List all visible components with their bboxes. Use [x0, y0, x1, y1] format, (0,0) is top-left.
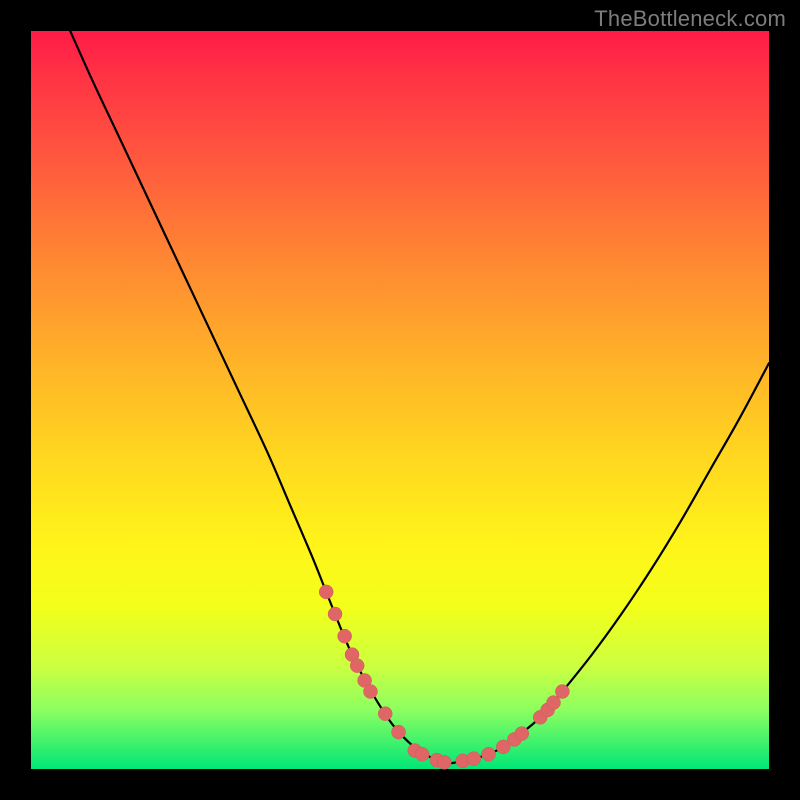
highlight-dot — [482, 747, 496, 761]
highlight-dot — [328, 607, 342, 621]
highlight-dot — [415, 747, 429, 761]
highlight-dots — [319, 585, 569, 769]
highlight-dot — [555, 685, 569, 699]
highlight-dot — [319, 585, 333, 599]
highlight-dot — [350, 659, 364, 673]
highlight-dot — [338, 629, 352, 643]
plot-area — [31, 31, 769, 769]
highlight-dot — [547, 696, 561, 710]
chart-frame: TheBottleneck.com — [0, 0, 800, 800]
highlight-dot — [363, 685, 377, 699]
curve-layer — [31, 31, 769, 769]
highlight-dot — [467, 752, 481, 766]
highlight-dot — [437, 755, 451, 769]
highlight-dot — [378, 707, 392, 721]
highlight-dot — [515, 727, 529, 741]
highlight-dot — [392, 725, 406, 739]
bottleneck-curve — [61, 9, 769, 764]
watermark-text: TheBottleneck.com — [594, 6, 786, 32]
